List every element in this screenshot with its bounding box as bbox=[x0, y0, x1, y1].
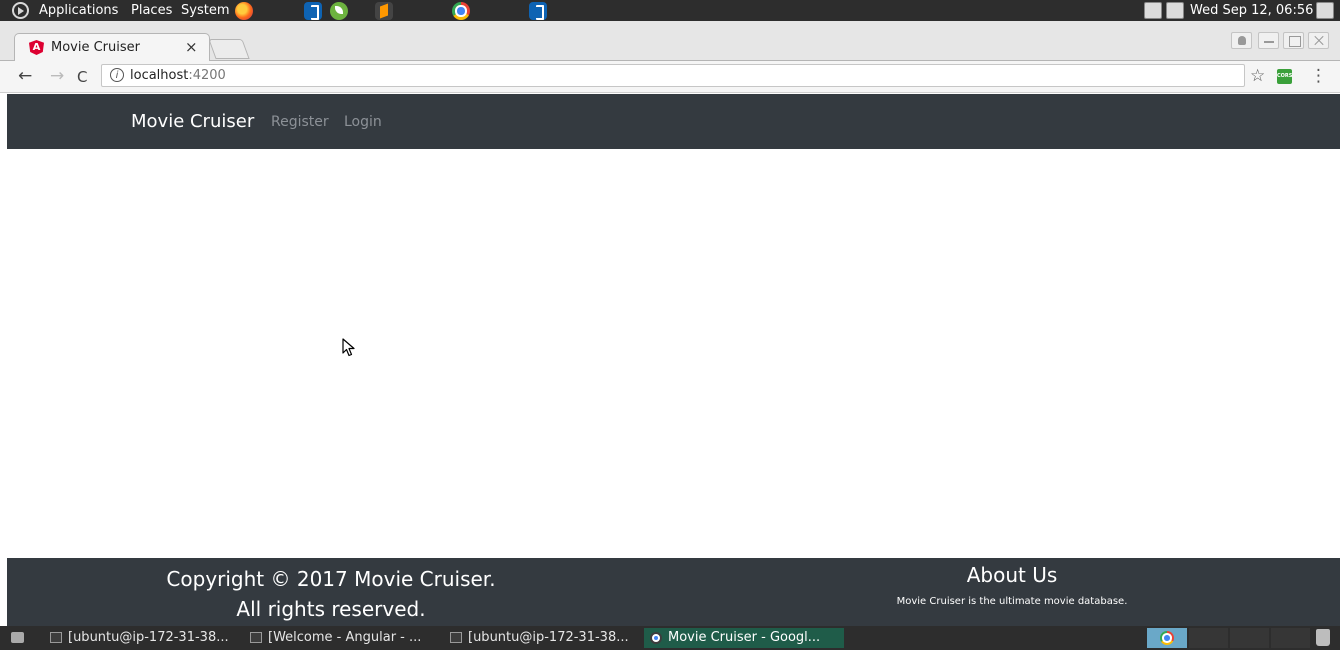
browser-tab-strip: A Movie Cruiser × bbox=[0, 21, 1340, 62]
back-arrow-icon[interactable]: ← bbox=[18, 66, 32, 86]
url-host: localhost bbox=[130, 68, 189, 83]
ubuntu-menu-icon[interactable] bbox=[12, 2, 29, 19]
trash-icon[interactable] bbox=[1316, 629, 1330, 646]
address-bar[interactable]: i localhost:4200 bbox=[101, 64, 1245, 87]
angular-favicon-icon: A bbox=[29, 40, 44, 55]
tab-title: Movie Cruiser bbox=[51, 40, 140, 55]
session-icon[interactable] bbox=[1316, 2, 1334, 19]
url-port: :4200 bbox=[188, 68, 226, 83]
taskbar-item-label: [ubuntu@ip-172-31-38... bbox=[68, 630, 229, 645]
clock[interactable]: Wed Sep 12, 06:56 bbox=[1190, 3, 1313, 18]
window-icon bbox=[250, 632, 262, 643]
workspace-1[interactable] bbox=[1147, 628, 1187, 648]
top-panel: Applications Places System Wed Sep 12, 0… bbox=[0, 0, 1340, 21]
browser-tab-active[interactable]: A Movie Cruiser × bbox=[14, 33, 210, 62]
show-desktop-icon[interactable] bbox=[11, 632, 24, 643]
workspace-3[interactable] bbox=[1229, 628, 1269, 648]
firefox-launcher-icon[interactable] bbox=[235, 2, 253, 20]
applications-menu[interactable]: Applications bbox=[39, 3, 118, 18]
taskbar-item-label: [ubuntu@ip-172-31-38... bbox=[468, 630, 629, 645]
nav-link-register[interactable]: Register bbox=[271, 114, 329, 130]
workspace-2[interactable] bbox=[1188, 628, 1228, 648]
sublime-text-launcher-icon[interactable] bbox=[375, 2, 393, 20]
bottom-taskbar: [ubuntu@ip-172-31-38... [Welcome - Angul… bbox=[0, 626, 1340, 650]
search-tray-icon[interactable] bbox=[1144, 2, 1162, 19]
app-navbar: Movie Cruiser Register Login bbox=[7, 94, 1340, 149]
taskbar-item-terminal-2[interactable]: [ubuntu@ip-172-31-38... bbox=[444, 628, 640, 648]
copyright-line-2: All rights reserved. bbox=[236, 597, 426, 621]
system-menu[interactable]: System bbox=[181, 3, 229, 18]
url-text: localhost:4200 bbox=[130, 68, 226, 83]
mouse-cursor-icon bbox=[342, 338, 355, 357]
workspace-4[interactable] bbox=[1270, 628, 1310, 648]
site-info-icon[interactable]: i bbox=[110, 68, 124, 82]
bookmark-star-icon[interactable]: ☆ bbox=[1250, 66, 1265, 86]
about-us-heading: About Us bbox=[966, 563, 1058, 587]
profile-icon[interactable] bbox=[1231, 32, 1252, 49]
close-window-button[interactable] bbox=[1308, 32, 1329, 49]
main-content bbox=[7, 149, 1340, 558]
browser-toolbar: ← → C i localhost:4200 ☆ CORS ⋮ bbox=[0, 61, 1340, 93]
taskbar-item-label: Movie Cruiser - Googl... bbox=[668, 630, 821, 645]
taskbar-item-vscode[interactable]: [Welcome - Angular - ... bbox=[244, 628, 440, 648]
about-us-text: Movie Cruiser is the ultimate movie data… bbox=[896, 596, 1128, 607]
taskbar-item-chrome[interactable]: Movie Cruiser - Googl... bbox=[644, 628, 844, 648]
copyright-line-1: Copyright © 2017 Movie Cruiser. bbox=[166, 567, 496, 591]
new-tab-button[interactable] bbox=[208, 39, 250, 59]
vscode-launcher-icon[interactable] bbox=[304, 2, 322, 20]
chrome-icon bbox=[650, 632, 662, 644]
minimize-button[interactable] bbox=[1258, 32, 1279, 49]
spring-tool-suite-launcher-icon[interactable] bbox=[330, 2, 348, 20]
desktop-screen: Applications Places System Wed Sep 12, 0… bbox=[0, 0, 1340, 650]
tab-close-icon[interactable]: × bbox=[185, 38, 198, 56]
chrome-launcher-icon[interactable] bbox=[452, 2, 470, 20]
navbar-brand[interactable]: Movie Cruiser bbox=[131, 111, 254, 132]
app-footer: Copyright © 2017 Movie Cruiser. All righ… bbox=[7, 558, 1340, 626]
reload-icon[interactable]: C bbox=[77, 67, 87, 87]
taskbar-item-label: [Welcome - Angular - ... bbox=[268, 630, 422, 645]
browser-menu-icon[interactable]: ⋮ bbox=[1310, 66, 1327, 86]
copyright-text: Copyright © 2017 Movie Cruiser. All righ… bbox=[7, 564, 655, 624]
places-menu[interactable]: Places bbox=[131, 3, 172, 18]
volume-icon[interactable] bbox=[1166, 2, 1184, 19]
vscode-launcher-2-icon[interactable] bbox=[529, 2, 547, 20]
taskbar-item-terminal-1[interactable]: [ubuntu@ip-172-31-38... bbox=[44, 628, 240, 648]
chrome-icon bbox=[1160, 631, 1174, 645]
cors-extension-icon[interactable]: CORS bbox=[1277, 69, 1292, 84]
maximize-button[interactable] bbox=[1283, 32, 1304, 49]
terminal-icon bbox=[50, 632, 62, 643]
nav-link-login[interactable]: Login bbox=[344, 114, 382, 130]
forward-arrow-icon[interactable]: → bbox=[50, 66, 64, 86]
terminal-icon bbox=[450, 632, 462, 643]
